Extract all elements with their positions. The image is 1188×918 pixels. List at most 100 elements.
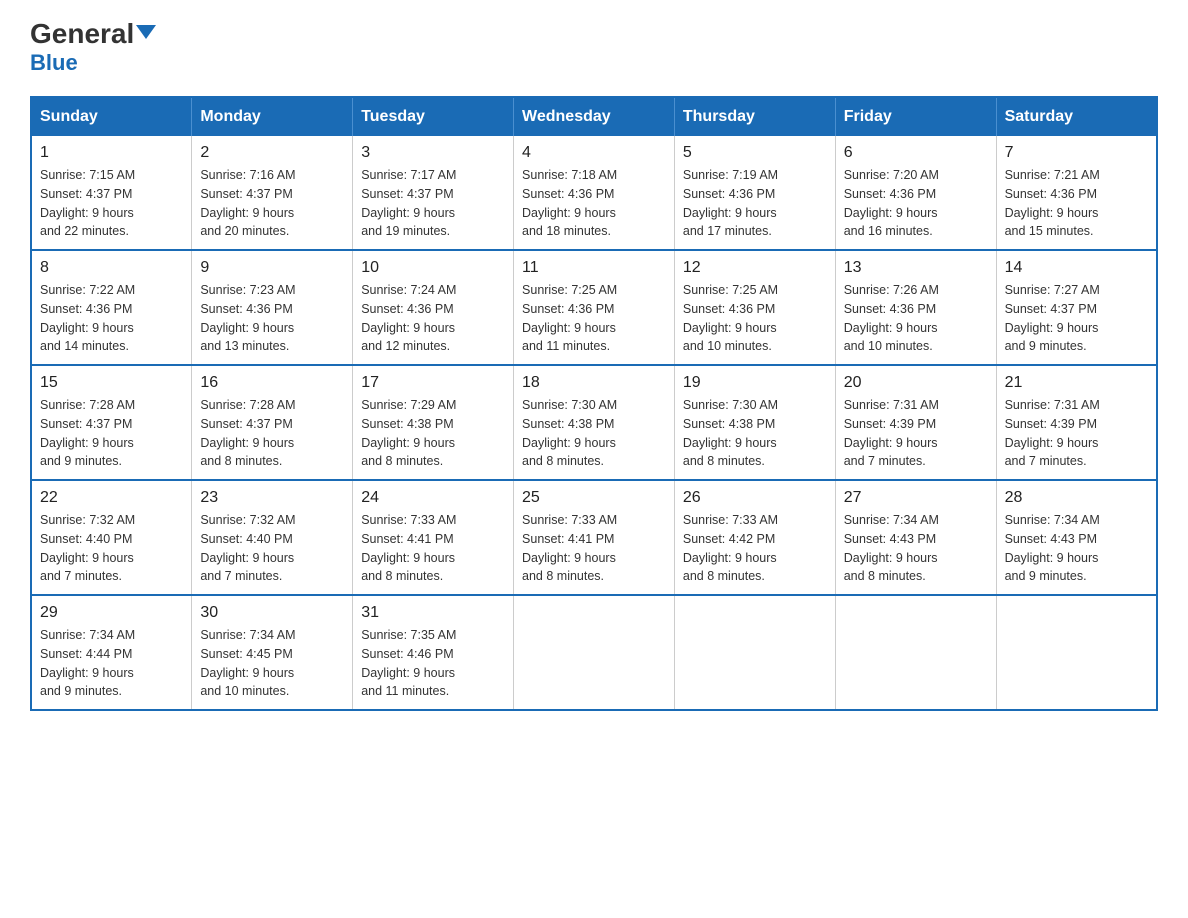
day-info: Sunrise: 7:27 AMSunset: 4:37 PMDaylight:… bbox=[1005, 281, 1148, 356]
day-header-thursday: Thursday bbox=[674, 97, 835, 136]
page-header: General Blue bbox=[30, 20, 1158, 76]
day-number: 2 bbox=[200, 144, 344, 162]
day-info: Sunrise: 7:28 AMSunset: 4:37 PMDaylight:… bbox=[200, 396, 344, 471]
day-info: Sunrise: 7:26 AMSunset: 4:36 PMDaylight:… bbox=[844, 281, 988, 356]
day-number: 20 bbox=[844, 374, 988, 392]
day-number: 17 bbox=[361, 374, 505, 392]
calendar-cell: 29 Sunrise: 7:34 AMSunset: 4:44 PMDaylig… bbox=[31, 595, 192, 710]
day-number: 23 bbox=[200, 489, 344, 507]
day-number: 26 bbox=[683, 489, 827, 507]
day-number: 22 bbox=[40, 489, 183, 507]
calendar-week-2: 8 Sunrise: 7:22 AMSunset: 4:36 PMDayligh… bbox=[31, 250, 1157, 365]
day-number: 13 bbox=[844, 259, 988, 277]
day-number: 5 bbox=[683, 144, 827, 162]
day-info: Sunrise: 7:30 AMSunset: 4:38 PMDaylight:… bbox=[522, 396, 666, 471]
day-number: 7 bbox=[1005, 144, 1148, 162]
day-number: 24 bbox=[361, 489, 505, 507]
calendar-cell: 27 Sunrise: 7:34 AMSunset: 4:43 PMDaylig… bbox=[835, 480, 996, 595]
calendar-cell: 15 Sunrise: 7:28 AMSunset: 4:37 PMDaylig… bbox=[31, 365, 192, 480]
calendar-cell: 4 Sunrise: 7:18 AMSunset: 4:36 PMDayligh… bbox=[514, 136, 675, 250]
day-number: 1 bbox=[40, 144, 183, 162]
day-info: Sunrise: 7:17 AMSunset: 4:37 PMDaylight:… bbox=[361, 166, 505, 241]
calendar-cell: 24 Sunrise: 7:33 AMSunset: 4:41 PMDaylig… bbox=[353, 480, 514, 595]
day-number: 6 bbox=[844, 144, 988, 162]
calendar-cell: 8 Sunrise: 7:22 AMSunset: 4:36 PMDayligh… bbox=[31, 250, 192, 365]
day-number: 4 bbox=[522, 144, 666, 162]
calendar-cell bbox=[674, 595, 835, 710]
day-header-sunday: Sunday bbox=[31, 97, 192, 136]
day-number: 16 bbox=[200, 374, 344, 392]
calendar-cell: 18 Sunrise: 7:30 AMSunset: 4:38 PMDaylig… bbox=[514, 365, 675, 480]
calendar-cell: 20 Sunrise: 7:31 AMSunset: 4:39 PMDaylig… bbox=[835, 365, 996, 480]
day-number: 28 bbox=[1005, 489, 1148, 507]
calendar-cell bbox=[996, 595, 1157, 710]
calendar-cell bbox=[835, 595, 996, 710]
calendar-cell: 6 Sunrise: 7:20 AMSunset: 4:36 PMDayligh… bbox=[835, 136, 996, 250]
day-info: Sunrise: 7:19 AMSunset: 4:36 PMDaylight:… bbox=[683, 166, 827, 241]
day-number: 18 bbox=[522, 374, 666, 392]
calendar-cell: 26 Sunrise: 7:33 AMSunset: 4:42 PMDaylig… bbox=[674, 480, 835, 595]
calendar-week-1: 1 Sunrise: 7:15 AMSunset: 4:37 PMDayligh… bbox=[31, 136, 1157, 250]
calendar-cell: 19 Sunrise: 7:30 AMSunset: 4:38 PMDaylig… bbox=[674, 365, 835, 480]
day-info: Sunrise: 7:25 AMSunset: 4:36 PMDaylight:… bbox=[522, 281, 666, 356]
day-info: Sunrise: 7:30 AMSunset: 4:38 PMDaylight:… bbox=[683, 396, 827, 471]
day-number: 19 bbox=[683, 374, 827, 392]
day-info: Sunrise: 7:15 AMSunset: 4:37 PMDaylight:… bbox=[40, 166, 183, 241]
calendar-cell: 22 Sunrise: 7:32 AMSunset: 4:40 PMDaylig… bbox=[31, 480, 192, 595]
calendar-week-4: 22 Sunrise: 7:32 AMSunset: 4:40 PMDaylig… bbox=[31, 480, 1157, 595]
calendar-cell: 23 Sunrise: 7:32 AMSunset: 4:40 PMDaylig… bbox=[192, 480, 353, 595]
day-info: Sunrise: 7:21 AMSunset: 4:36 PMDaylight:… bbox=[1005, 166, 1148, 241]
calendar-cell: 12 Sunrise: 7:25 AMSunset: 4:36 PMDaylig… bbox=[674, 250, 835, 365]
day-header-wednesday: Wednesday bbox=[514, 97, 675, 136]
calendar-week-3: 15 Sunrise: 7:28 AMSunset: 4:37 PMDaylig… bbox=[31, 365, 1157, 480]
logo-triangle-icon bbox=[136, 25, 156, 39]
day-info: Sunrise: 7:24 AMSunset: 4:36 PMDaylight:… bbox=[361, 281, 505, 356]
day-number: 12 bbox=[683, 259, 827, 277]
day-number: 25 bbox=[522, 489, 666, 507]
calendar-table: SundayMondayTuesdayWednesdayThursdayFrid… bbox=[30, 96, 1158, 711]
day-info: Sunrise: 7:31 AMSunset: 4:39 PMDaylight:… bbox=[844, 396, 988, 471]
day-info: Sunrise: 7:33 AMSunset: 4:41 PMDaylight:… bbox=[522, 511, 666, 586]
calendar-cell: 3 Sunrise: 7:17 AMSunset: 4:37 PMDayligh… bbox=[353, 136, 514, 250]
day-info: Sunrise: 7:29 AMSunset: 4:38 PMDaylight:… bbox=[361, 396, 505, 471]
logo: General Blue bbox=[30, 20, 156, 76]
day-info: Sunrise: 7:28 AMSunset: 4:37 PMDaylight:… bbox=[40, 396, 183, 471]
calendar-cell: 28 Sunrise: 7:34 AMSunset: 4:43 PMDaylig… bbox=[996, 480, 1157, 595]
day-info: Sunrise: 7:31 AMSunset: 4:39 PMDaylight:… bbox=[1005, 396, 1148, 471]
day-number: 21 bbox=[1005, 374, 1148, 392]
day-number: 14 bbox=[1005, 259, 1148, 277]
day-number: 10 bbox=[361, 259, 505, 277]
logo-general: General bbox=[30, 20, 156, 48]
calendar-week-5: 29 Sunrise: 7:34 AMSunset: 4:44 PMDaylig… bbox=[31, 595, 1157, 710]
calendar-cell bbox=[514, 595, 675, 710]
day-info: Sunrise: 7:34 AMSunset: 4:45 PMDaylight:… bbox=[200, 626, 344, 701]
logo-blue: Blue bbox=[30, 50, 78, 76]
calendar-cell: 10 Sunrise: 7:24 AMSunset: 4:36 PMDaylig… bbox=[353, 250, 514, 365]
day-number: 27 bbox=[844, 489, 988, 507]
day-info: Sunrise: 7:34 AMSunset: 4:44 PMDaylight:… bbox=[40, 626, 183, 701]
day-info: Sunrise: 7:25 AMSunset: 4:36 PMDaylight:… bbox=[683, 281, 827, 356]
day-number: 31 bbox=[361, 604, 505, 622]
day-header-monday: Monday bbox=[192, 97, 353, 136]
day-info: Sunrise: 7:35 AMSunset: 4:46 PMDaylight:… bbox=[361, 626, 505, 701]
calendar-cell: 30 Sunrise: 7:34 AMSunset: 4:45 PMDaylig… bbox=[192, 595, 353, 710]
calendar-cell: 16 Sunrise: 7:28 AMSunset: 4:37 PMDaylig… bbox=[192, 365, 353, 480]
day-header-saturday: Saturday bbox=[996, 97, 1157, 136]
day-number: 9 bbox=[200, 259, 344, 277]
calendar-cell: 1 Sunrise: 7:15 AMSunset: 4:37 PMDayligh… bbox=[31, 136, 192, 250]
day-info: Sunrise: 7:32 AMSunset: 4:40 PMDaylight:… bbox=[200, 511, 344, 586]
day-info: Sunrise: 7:18 AMSunset: 4:36 PMDaylight:… bbox=[522, 166, 666, 241]
calendar-cell: 21 Sunrise: 7:31 AMSunset: 4:39 PMDaylig… bbox=[996, 365, 1157, 480]
day-number: 29 bbox=[40, 604, 183, 622]
calendar-cell: 2 Sunrise: 7:16 AMSunset: 4:37 PMDayligh… bbox=[192, 136, 353, 250]
calendar-cell: 31 Sunrise: 7:35 AMSunset: 4:46 PMDaylig… bbox=[353, 595, 514, 710]
calendar-cell: 17 Sunrise: 7:29 AMSunset: 4:38 PMDaylig… bbox=[353, 365, 514, 480]
day-info: Sunrise: 7:32 AMSunset: 4:40 PMDaylight:… bbox=[40, 511, 183, 586]
day-info: Sunrise: 7:16 AMSunset: 4:37 PMDaylight:… bbox=[200, 166, 344, 241]
calendar-cell: 13 Sunrise: 7:26 AMSunset: 4:36 PMDaylig… bbox=[835, 250, 996, 365]
day-number: 30 bbox=[200, 604, 344, 622]
calendar-cell: 25 Sunrise: 7:33 AMSunset: 4:41 PMDaylig… bbox=[514, 480, 675, 595]
calendar-cell: 11 Sunrise: 7:25 AMSunset: 4:36 PMDaylig… bbox=[514, 250, 675, 365]
day-header-tuesday: Tuesday bbox=[353, 97, 514, 136]
day-info: Sunrise: 7:34 AMSunset: 4:43 PMDaylight:… bbox=[844, 511, 988, 586]
